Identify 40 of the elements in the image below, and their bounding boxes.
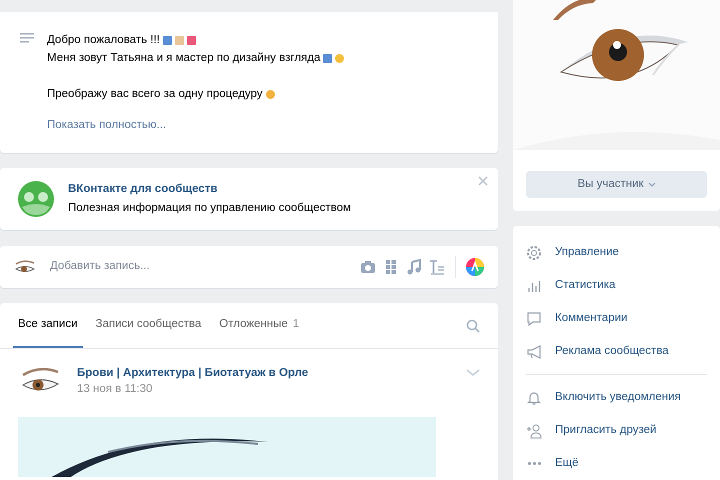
caret-icon: [648, 182, 656, 187]
menu-item[interactable]: Управление: [526, 236, 707, 269]
megaphone-icon: [526, 344, 542, 360]
speech-bubble-icon: [526, 310, 542, 326]
text-format-icon: [429, 259, 445, 275]
music-note-button[interactable]: [406, 259, 422, 275]
promo-text: Полезная информация по управлению сообществом: [68, 201, 351, 216]
menu-item[interactable]: Статистика: [526, 269, 707, 302]
emoji-icon: [266, 90, 275, 98]
wall-tab[interactable]: Записи сообщества: [90, 303, 206, 348]
menu-item[interactable]: Комментарии: [526, 302, 707, 335]
wall-tab[interactable]: Отложенные 1: [214, 303, 304, 348]
post-input-field[interactable]: Добавить запись...: [50, 258, 353, 276]
post-author-link[interactable]: Брови | Архитектура | Биотатуаж в Орле: [77, 365, 308, 381]
description-text: Меня зовут Татьяна и я мастер по дизайну взгляда: [47, 51, 320, 66]
chevron-down-icon: [466, 369, 480, 377]
description-text: Добро пожаловать !!!: [47, 33, 160, 48]
music-note-icon: [406, 259, 422, 275]
description-text: Преображу вас всего за одну процедуру: [47, 87, 263, 102]
camera-button[interactable]: [360, 259, 376, 275]
community-icon: [18, 181, 54, 217]
menu-item[interactable]: Реклама сообщества: [526, 335, 707, 368]
gear-icon: [526, 244, 542, 260]
close-icon: [478, 176, 488, 186]
show-more-link[interactable]: Показать полностью...: [47, 116, 344, 134]
menu-item[interactable]: Ещё: [526, 447, 707, 480]
camera-icon: [360, 259, 376, 275]
bell-icon: [526, 390, 542, 406]
promo-title-link[interactable]: ВКонтакте для сообществ: [68, 180, 351, 199]
color-wheel-icon: [466, 258, 484, 276]
menu-item[interactable]: Включить уведомления: [526, 381, 707, 414]
text-format-button[interactable]: [429, 259, 445, 275]
description-icon: [20, 32, 34, 44]
add-person-icon: [526, 422, 542, 438]
search-icon: [466, 318, 480, 332]
membership-button[interactable]: Вы участник: [526, 171, 707, 198]
more-dots-icon: [528, 462, 540, 465]
wall-tab[interactable]: Все записи: [13, 303, 83, 348]
close-button[interactable]: [478, 176, 488, 186]
menu-item[interactable]: Пригласить друзей: [526, 414, 707, 447]
